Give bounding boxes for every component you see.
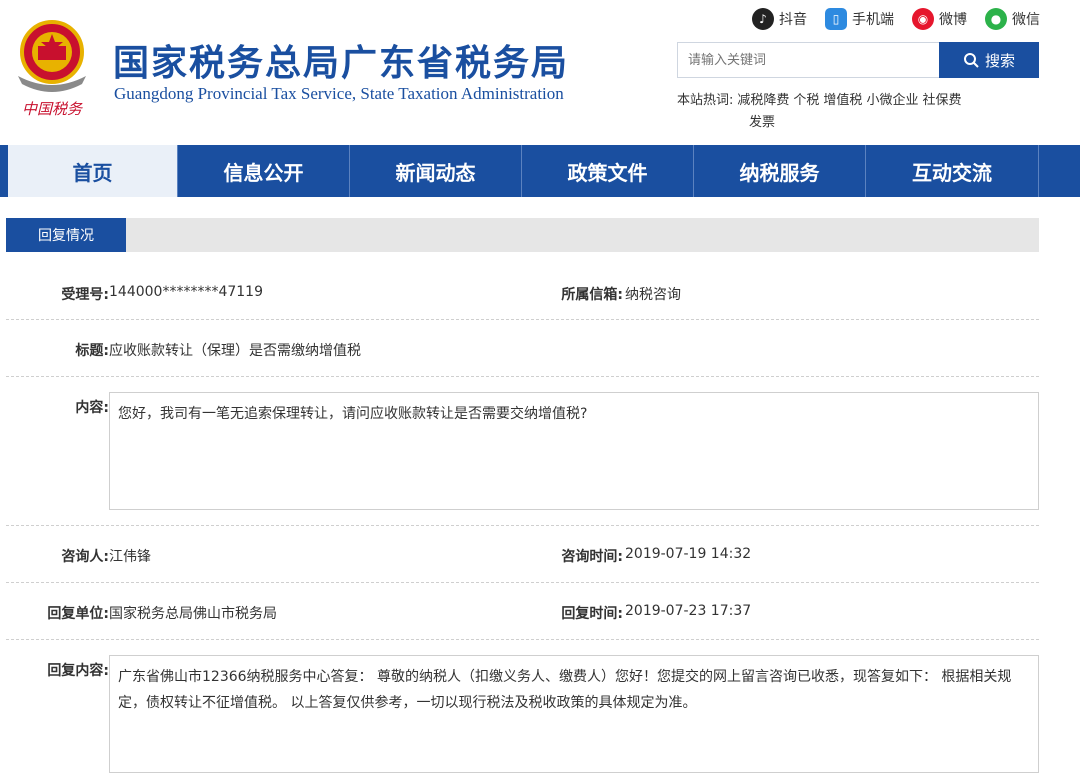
row-title: 标题: 应收账款转让（保理）是否需缴纳增值税 (6, 320, 1039, 377)
hot-word-link[interactable]: 社保费 (922, 93, 961, 108)
ask-time-value: 2019-07-19 14:32 (625, 546, 752, 562)
hot-word-link[interactable]: 增值税 (823, 93, 862, 108)
tiktok-icon: ♪ (752, 8, 774, 30)
row-content: 内容: 您好，我司有一笔无追索保理转让，请问应收账款转让是否需要交纳增值税? (6, 377, 1039, 526)
reply-unit-label: 回复单位: (47, 606, 109, 622)
social-label: 微博 (939, 12, 967, 28)
reply-time-value: 2019-07-23 17:37 (625, 603, 752, 619)
row-reply-unit: 回复单位: 国家税务总局佛山市税务局 回复时间: 2019-07-23 17:3… (6, 583, 1039, 640)
nav-news[interactable]: 新闻动态 (350, 145, 522, 197)
social-label: 抖音 (779, 12, 807, 28)
reply-time-label: 回复时间: (561, 606, 623, 622)
tax-emblem-logo[interactable]: 中国税务 (8, 14, 96, 122)
ask-time-label: 咨询时间: (561, 549, 623, 565)
social-wechat[interactable]: ● 微信 (985, 8, 1040, 30)
hot-words: 本站热词: 减税降费 个税 增值税 小微企业 社保费发票 (677, 90, 1027, 134)
site-header: 中国税务 国家税务总局广东省税务局 Guangdong Provincial T… (0, 0, 1080, 145)
search-button[interactable]: 搜索 (939, 42, 1039, 78)
search-button-label: 搜索 (984, 51, 1015, 70)
hot-words-label: 本站热词: (677, 93, 734, 108)
asker-label: 咨询人: (61, 549, 109, 565)
search-input[interactable] (677, 42, 939, 78)
hot-word-link[interactable]: 减税降费 (737, 93, 789, 108)
hot-word-link[interactable]: 小微企业 (866, 93, 918, 108)
social-links: ♪ 抖音 ▯ 手机端 ◉ 微博 ● 微信 (752, 8, 1040, 30)
content-textbox: 您好，我司有一笔无追索保理转让，请问应收账款转让是否需要交纳增值税? (109, 392, 1039, 510)
search-icon (963, 53, 979, 68)
nav-policy[interactable]: 政策文件 (522, 145, 694, 197)
asker-value: 江伟锋 (109, 549, 151, 565)
title-value: 应收账款转让（保理）是否需缴纳增值税 (109, 343, 361, 359)
tab-reply-status[interactable]: 回复情况 (6, 218, 126, 252)
row-reply-content: 回复内容: 广东省佛山市12366纳税服务中心答复： 尊敬的纳税人（扣缴义务人、… (6, 640, 1039, 782)
content-label: 内容: (75, 400, 109, 416)
nav-home[interactable]: 首页 (8, 145, 178, 197)
wechat-icon: ● (985, 8, 1007, 30)
site-subtitle: Guangdong Provincial Tax Service, State … (114, 84, 564, 103)
mailbox-value: 纳税咨询 (625, 287, 681, 303)
weibo-icon: ◉ (912, 8, 934, 30)
title-label: 标题: (75, 343, 109, 359)
main-nav: 首页 信息公开 新闻动态 政策文件 纳税服务 互动交流 (0, 145, 1080, 197)
row-case-info: 受理号: 144000********47119 所属信箱: 纳税咨询 (6, 262, 1039, 320)
hot-word-link[interactable]: 个税 (793, 93, 819, 108)
reply-content-textbox: 广东省佛山市12366纳税服务中心答复： 尊敬的纳税人（扣缴义务人、缴费人）您好… (109, 655, 1039, 773)
case-no-label: 受理号: (61, 287, 109, 303)
social-mobile[interactable]: ▯ 手机端 (825, 8, 894, 30)
reply-unit-value: 国家税务总局佛山市税务局 (109, 606, 277, 622)
hot-word-link[interactable]: 发票 (749, 115, 775, 130)
row-asker: 咨询人: 江伟锋 咨询时间: 2019-07-19 14:32 (6, 526, 1039, 583)
nav-interaction[interactable]: 互动交流 (866, 145, 1039, 197)
social-tiktok[interactable]: ♪ 抖音 (752, 8, 807, 30)
social-weibo[interactable]: ◉ 微博 (912, 8, 967, 30)
social-label: 微信 (1012, 12, 1040, 28)
mobile-icon: ▯ (825, 8, 847, 30)
social-label: 手机端 (852, 12, 894, 28)
mailbox-label: 所属信箱: (561, 287, 623, 303)
site-title: 国家税务总局广东省税务局 (113, 43, 570, 84)
reply-content-label: 回复内容: (47, 663, 109, 679)
case-no-value: 144000********47119 (109, 284, 263, 300)
svg-text:中国税务: 中国税务 (22, 100, 84, 118)
nav-info-disclosure[interactable]: 信息公开 (178, 145, 350, 197)
section-bar: 回复情况 (6, 218, 1039, 252)
nav-tax-service[interactable]: 纳税服务 (694, 145, 866, 197)
